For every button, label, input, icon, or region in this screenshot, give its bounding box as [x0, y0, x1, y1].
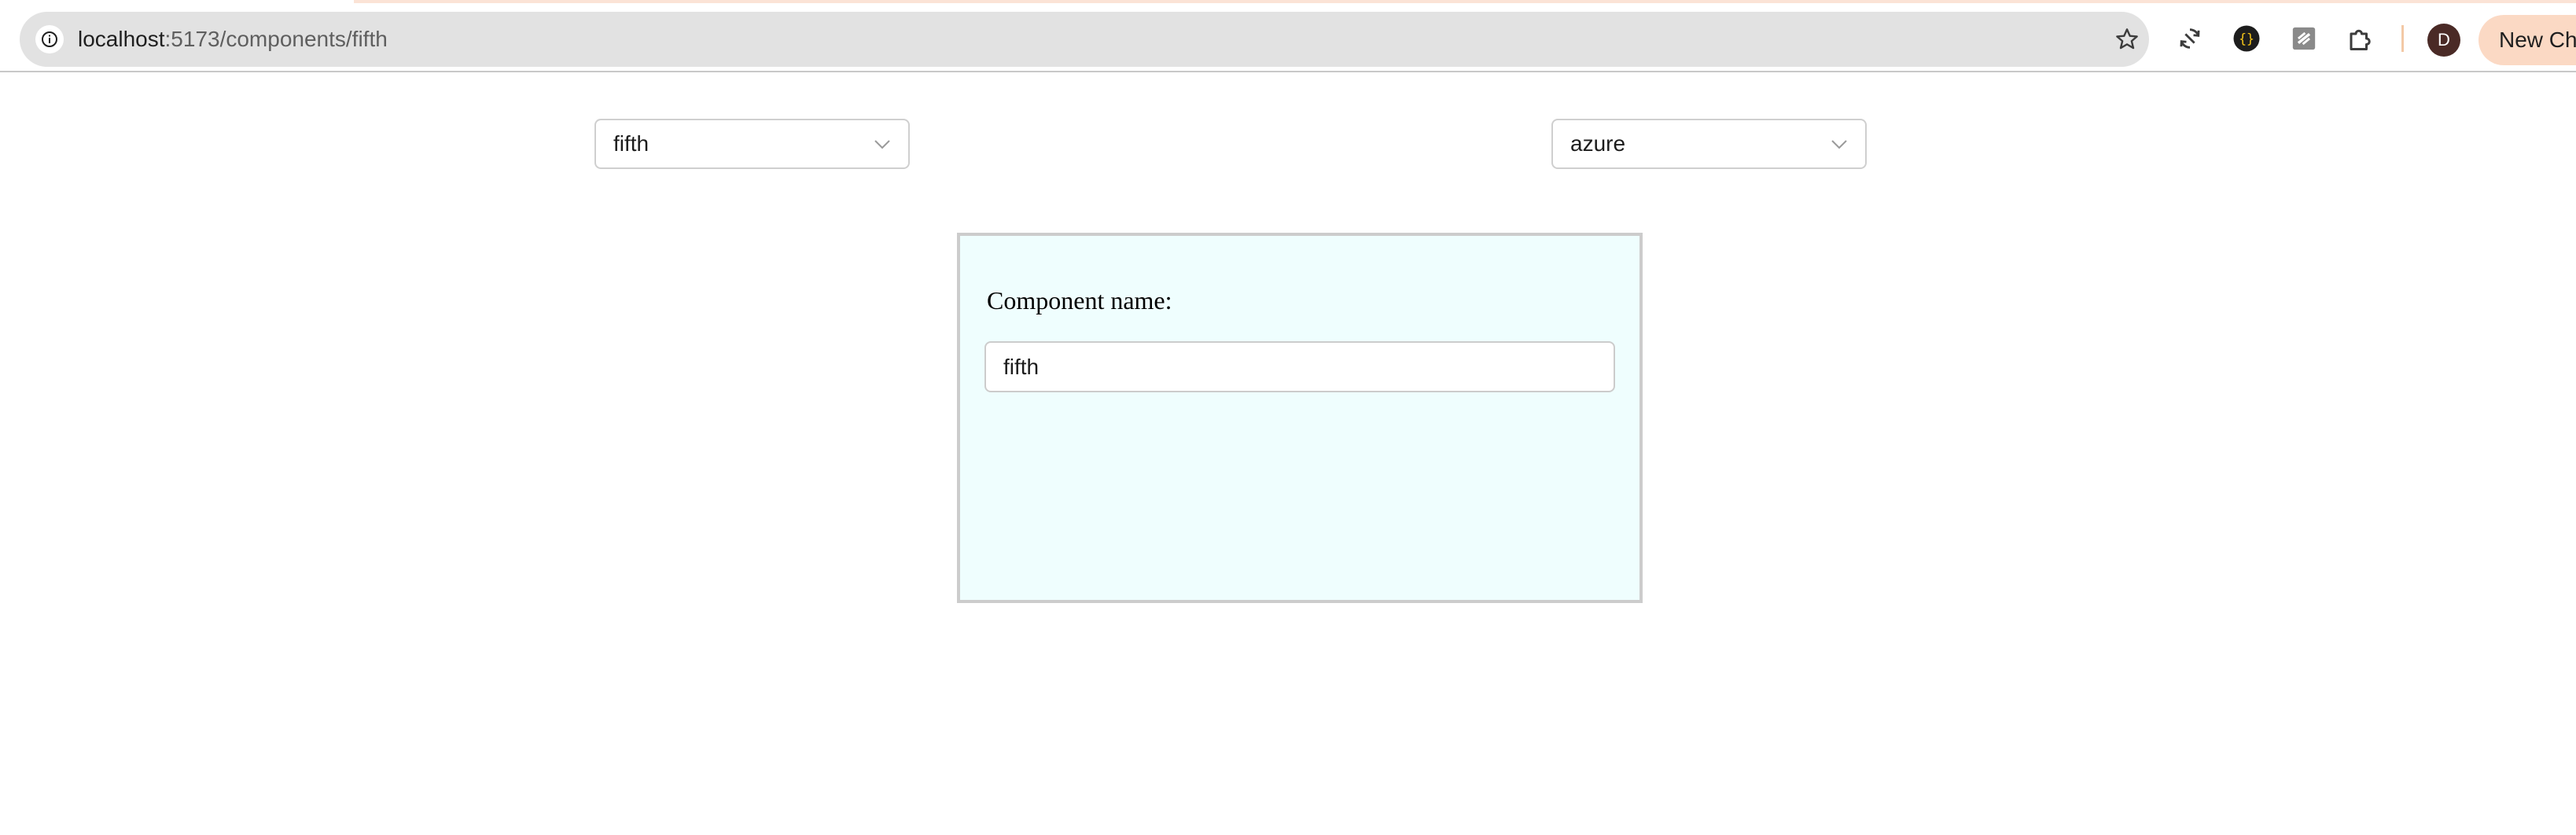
component-name-label: Component name:: [987, 286, 1172, 315]
address-bar[interactable]: localhost:5173/components/fifth: [20, 12, 2149, 67]
component-panel: Component name: fifth: [957, 233, 1643, 603]
color-select-value: azure: [1570, 131, 1626, 156]
json-extension-icon[interactable]: {}: [2231, 23, 2262, 54]
component-select-value: fifth: [613, 131, 650, 156]
new-chrome-button[interactable]: New Ch: [2478, 15, 2576, 65]
puzzle-icon[interactable]: [2345, 23, 2376, 54]
extension-icon[interactable]: [2288, 23, 2320, 54]
toolbar-divider: [2401, 25, 2404, 52]
browser-toolbar: localhost:5173/components/fifth {} D Ne…: [0, 3, 2576, 72]
component-select[interactable]: fifth: [594, 119, 910, 169]
sync-icon[interactable]: [2174, 23, 2206, 54]
color-select[interactable]: azure: [1551, 119, 1867, 169]
star-icon[interactable]: [2111, 24, 2143, 55]
component-name-input[interactable]: fifth: [984, 341, 1615, 392]
chevron-down-icon: [872, 134, 892, 155]
url-path: :5173/components/fifth: [164, 27, 388, 51]
chevron-down-icon: [1829, 134, 1849, 155]
svg-text:{}: {}: [2239, 31, 2254, 46]
info-icon[interactable]: [35, 25, 64, 53]
avatar[interactable]: D: [2427, 24, 2460, 57]
url-host: localhost: [78, 27, 165, 51]
url-text[interactable]: localhost:5173/components/fifth: [78, 12, 388, 67]
